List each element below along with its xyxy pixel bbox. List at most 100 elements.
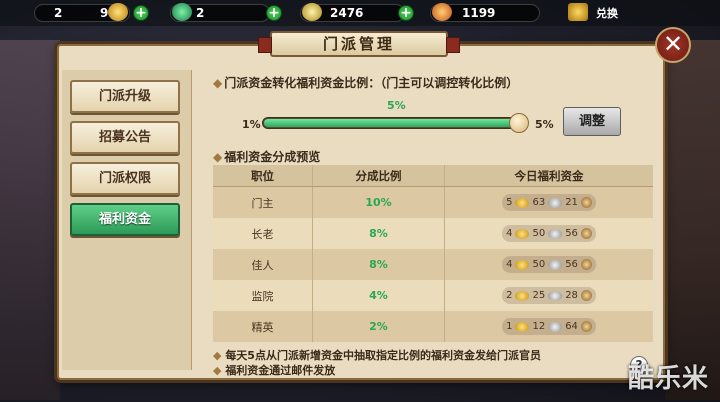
ratio-cell: 8% (313, 218, 445, 249)
gold-ingot-icon (515, 290, 530, 301)
funds-cell: 5 63 21 (445, 187, 653, 218)
ratio-min: 1% (242, 118, 261, 131)
table-row: 监院 4% 2 25 28 (213, 280, 653, 311)
resource-gold-ingot: 2 9 (34, 3, 134, 23)
conversion-heading: ◆ 门派资金转化福利资金比例：（门主可以调控转化比例） (213, 74, 518, 91)
copper-coin-icon (580, 259, 592, 270)
role-cell: 监院 (213, 280, 313, 311)
welfare-table: 职位 分成比例 今日福利资金 门主 10% 5 63 21 长老 8% 4 50 56 佳人 8% 4 5… (213, 165, 653, 342)
funds-cell: 4 50 56 (445, 218, 653, 249)
gold-amount: 2 (506, 290, 513, 301)
copper-coin-icon (580, 197, 592, 208)
silver-amount: 25 (532, 290, 546, 301)
gold-ingot-icon (515, 321, 530, 332)
silver-amount: 63 (532, 197, 546, 208)
ratio-max: 5% (535, 118, 554, 131)
gold-bars-icon (108, 3, 128, 21)
exchange-button[interactable]: 兑换 (568, 3, 628, 23)
resource-value: 2 (196, 6, 205, 20)
sidebar-item-recruit[interactable]: 招募公告 (70, 121, 180, 154)
resource-tribute: 1199 (430, 3, 540, 23)
resource-jade: 2 (170, 3, 270, 23)
funds-amount: 2 25 28 (502, 287, 596, 304)
column-header-role: 职位 (213, 165, 313, 186)
silver-amount: 50 (532, 228, 546, 239)
ratio-cell: 8% (313, 249, 445, 280)
gold-amount: 4 (506, 228, 513, 239)
resource-value: 1199 (462, 6, 496, 20)
diamond-icon: ◆ (213, 76, 223, 90)
ratio-slider[interactable] (262, 113, 529, 133)
conversion-heading-text: 门派资金转化福利资金比例：（门主可以调控转化比例） (224, 76, 519, 90)
slider-handle[interactable] (509, 113, 529, 133)
funds-amount: 4 50 56 (502, 225, 596, 242)
panel-title: 门派管理 (258, 31, 460, 57)
sidebar-item-welfare-funds[interactable]: 福利资金 (70, 203, 180, 236)
funds-amount: 1 12 64 (502, 318, 596, 335)
resource-value: 2476 (330, 6, 364, 20)
ratio-cell: 2% (313, 311, 445, 342)
watermark-logo: 酷乐米 (628, 364, 710, 394)
copper-amount: 28 (565, 290, 578, 301)
role-cell: 长老 (213, 218, 313, 249)
diamond-icon: ◆ (213, 150, 223, 164)
gold-ingot-icon (515, 259, 530, 270)
copper-amount: 56 (565, 259, 578, 270)
silver-amount: 50 (532, 259, 546, 270)
gold-amount: 5 (506, 197, 513, 208)
sidebar-item-upgrade[interactable]: 门派升级 (70, 80, 180, 113)
diamond-icon: ◆ (213, 364, 222, 377)
add-coins-button[interactable]: + (398, 5, 414, 21)
funds-amount: 4 50 56 (502, 256, 596, 273)
role-cell: 精英 (213, 311, 313, 342)
copper-amount: 64 (565, 321, 578, 332)
funds-cell: 4 50 56 (445, 249, 653, 280)
silver-ingot-icon (548, 321, 563, 332)
jade-icon (172, 3, 192, 21)
copper-amount: 56 (565, 228, 578, 239)
table-header: 职位 分成比例 今日福利资金 (213, 165, 653, 187)
gold-amount: 1 (506, 321, 513, 332)
adjust-button[interactable]: 调整 (563, 107, 621, 136)
funds-cell: 1 12 64 (445, 311, 653, 342)
gold-amount: 4 (506, 259, 513, 270)
table-body: 门主 10% 5 63 21 长老 8% 4 50 56 佳人 8% 4 50 56 监院 4% 2 25 28 精英 2… (213, 187, 653, 342)
add-jade-button[interactable]: + (266, 5, 282, 21)
note-text: 每天5点从门派新增资金中抽取指定比例的福利资金发给门派官员 (225, 349, 541, 362)
resource-coins: 2476 (300, 3, 405, 23)
tribute-token-icon (432, 3, 452, 21)
note-schedule: ◆ 每天5点从门派新增资金中抽取指定比例的福利资金发给门派官员 (213, 347, 541, 363)
role-cell: 门主 (213, 187, 313, 218)
preview-heading: ◆ 福利资金分成预览 (213, 148, 320, 165)
background-left (0, 40, 60, 400)
coin-pouch-icon (302, 3, 322, 21)
diamond-icon: ◆ (213, 349, 222, 362)
table-row: 长老 8% 4 50 56 (213, 218, 653, 249)
silver-ingot-icon (548, 228, 563, 239)
add-gold-button[interactable]: + (133, 5, 149, 21)
copper-coin-icon (580, 290, 592, 301)
table-row: 门主 10% 5 63 21 (213, 187, 653, 218)
note-mail: ◆ 福利资金通过邮件发放 (213, 362, 335, 378)
copper-coin-icon (580, 321, 592, 332)
silver-amount: 12 (532, 321, 546, 332)
preview-heading-text: 福利资金分成预览 (224, 150, 321, 164)
gold-ingot-icon (515, 228, 530, 239)
resource-value: 2 (54, 6, 63, 20)
copper-coin-icon (580, 228, 592, 239)
gold-ingot-icon (515, 197, 530, 208)
sidebar-item-permissions[interactable]: 门派权限 (70, 162, 180, 195)
column-header-ratio: 分成比例 (313, 165, 445, 186)
current-ratio: 5% (387, 99, 406, 112)
copper-amount: 21 (565, 197, 578, 208)
note-text: 福利资金通过邮件发放 (225, 364, 336, 377)
silver-ingot-icon (548, 259, 563, 270)
exchange-label: 兑换 (596, 7, 618, 20)
close-button[interactable]: ✕ (655, 27, 691, 63)
background-right (665, 40, 720, 400)
role-cell: 佳人 (213, 249, 313, 280)
silver-ingot-icon (548, 290, 563, 301)
resource-bar: 2 9 + 2 + 2476 + 1199 兑换 (0, 0, 720, 26)
funds-amount: 5 63 21 (502, 194, 596, 211)
funds-cell: 2 25 28 (445, 280, 653, 311)
